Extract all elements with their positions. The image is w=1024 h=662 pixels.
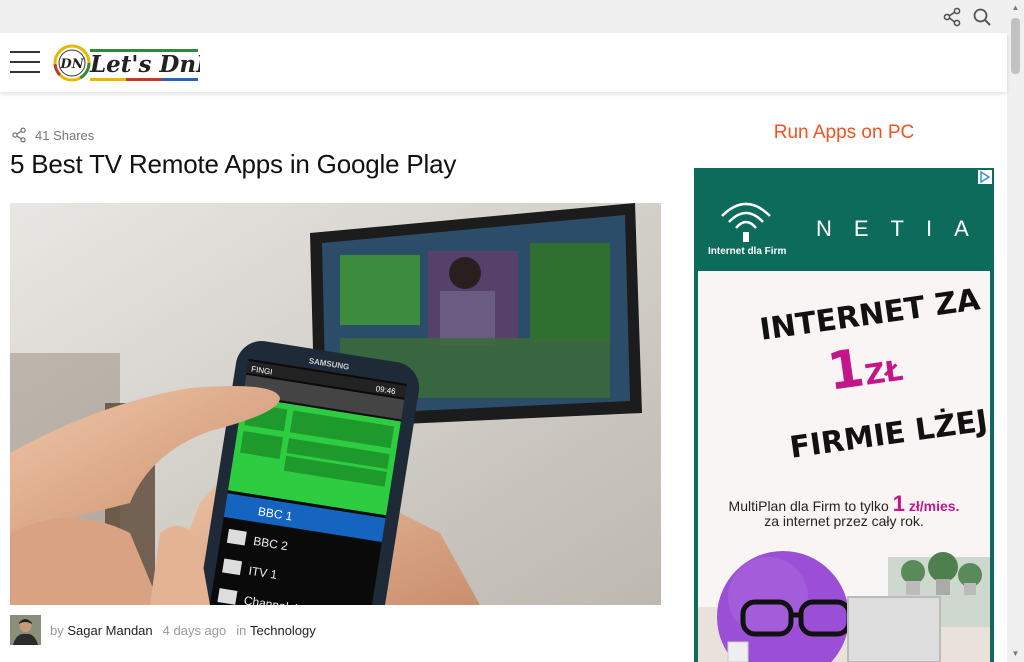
post-time: 4 days ago — [162, 622, 227, 638]
category-link[interactable]: Technology — [250, 623, 316, 638]
wifi-icon — [721, 202, 771, 242]
article-hero-image[interactable]: SAMSUNG FINGI 09:46 BBC 1 BBC 2 ITV 1 Ch… — [10, 203, 661, 605]
scrollbar-thumb[interactable] — [1011, 18, 1020, 74]
search-icon[interactable] — [972, 7, 992, 27]
ad-copy-line-2: za internet przez cały rok. — [764, 513, 924, 529]
ad-brand: NETIA — [816, 216, 991, 241]
share-count[interactable]: 41 Shares — [11, 125, 94, 145]
in-label: in — [236, 622, 247, 638]
ad-creative: INTERNET ZA 1ZŁ FIRMIE LŻEJ MultiPlan dl… — [698, 271, 990, 662]
menu-icon[interactable] — [10, 51, 40, 73]
article-title: 5 Best TV Remote Apps in Google Play — [10, 149, 457, 179]
article-byline: by Sagar Mandan 4 days ago in Technology — [10, 615, 316, 645]
ad-subtitle: Internet dla Firm — [708, 246, 787, 257]
share-icon — [12, 127, 26, 143]
scroll-up-icon[interactable]: ▲ — [1011, 3, 1020, 13]
logo-badge-text: DN — [59, 57, 84, 72]
author-link[interactable]: Sagar Mandan — [67, 623, 152, 638]
ad-headline-3: FIRMIE LŻEJ — [787, 403, 990, 466]
ad-copy-unit: zł/mies. — [904, 498, 960, 514]
ad-copy-text: MultiPlan dla Firm to tylko — [728, 498, 893, 514]
scroll-down-icon[interactable]: ▼ — [1011, 649, 1020, 659]
top-utility-bar — [0, 0, 1007, 33]
by-label: by — [50, 622, 64, 638]
ad-choices-icon[interactable] — [978, 170, 992, 184]
sidebar-widget-title[interactable]: Run Apps on PC — [694, 122, 994, 144]
ad-headline-2-unit: ZŁ — [862, 353, 906, 392]
share-icon[interactable] — [942, 7, 962, 27]
site-logo[interactable]: DN Let's DnD — [52, 41, 216, 85]
page-scrollbar[interactable]: ▲ ▼ — [1007, 0, 1024, 662]
ad-headline-2-amount: 1 — [823, 338, 869, 403]
ad-illustration — [698, 551, 990, 662]
share-count-label: 41 Shares — [35, 127, 95, 143]
site-header: DN Let's DnD — [0, 33, 1007, 92]
author-avatar[interactable] — [10, 615, 41, 645]
logo-text: Let's DnD — [89, 51, 200, 78]
sidebar-advertisement[interactable]: NETIA Internet dla Firm INTERNET ZA 1ZŁ … — [694, 168, 994, 662]
ad-headline-2: 1ZŁ — [823, 333, 906, 403]
